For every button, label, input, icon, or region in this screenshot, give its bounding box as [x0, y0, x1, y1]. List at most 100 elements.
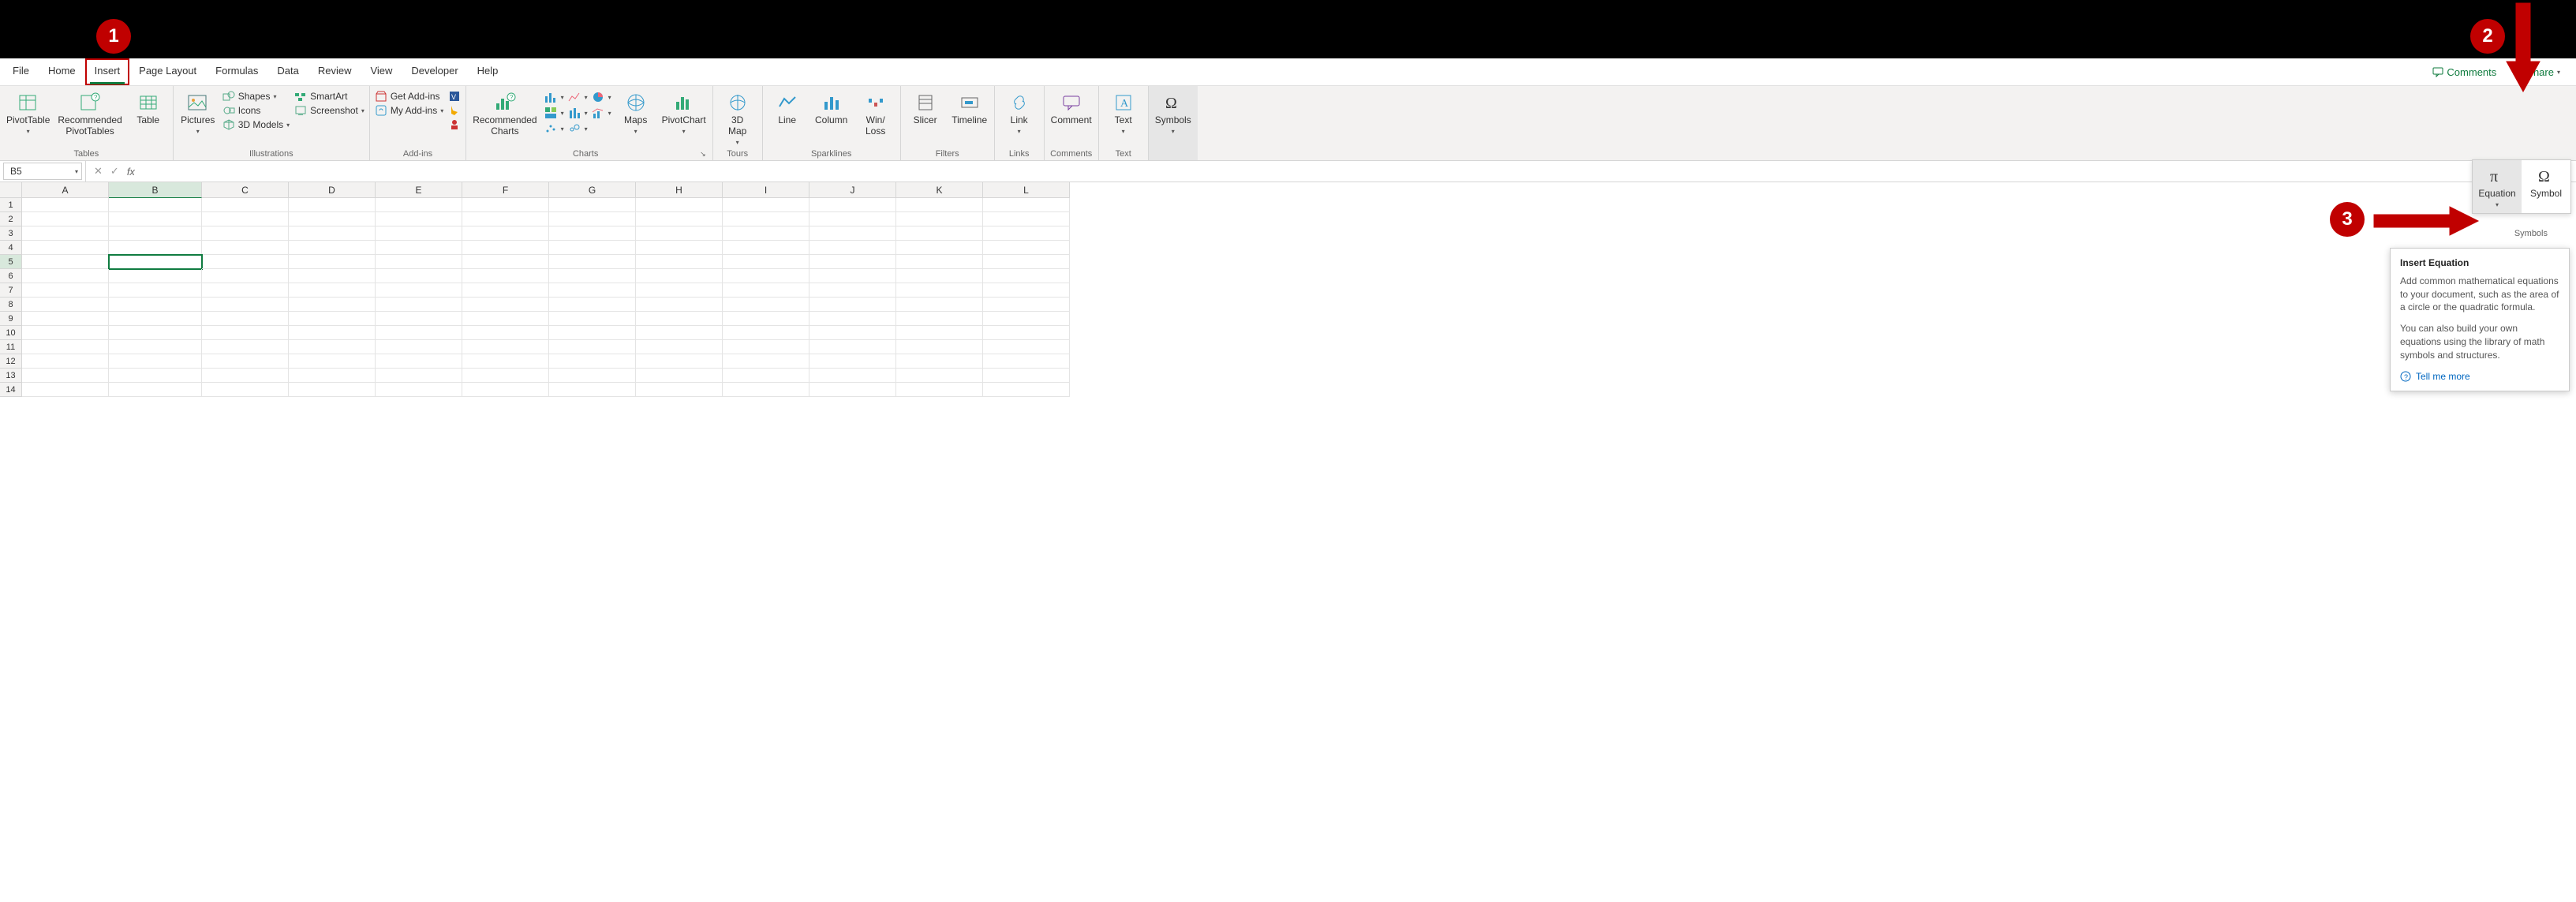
- cell-F4[interactable]: [462, 241, 549, 255]
- cell-L12[interactable]: [983, 354, 1070, 369]
- cell-G12[interactable]: [549, 354, 636, 369]
- cell-F8[interactable]: [462, 298, 549, 312]
- cell-B7[interactable]: [109, 283, 202, 298]
- row-header-8[interactable]: 8: [0, 298, 22, 312]
- shapes-button[interactable]: Shapes ▾: [222, 90, 290, 103]
- cell-L9[interactable]: [983, 312, 1070, 326]
- cell-L3[interactable]: [983, 226, 1070, 241]
- cell-K7[interactable]: [896, 283, 983, 298]
- row-header-14[interactable]: 14: [0, 383, 22, 397]
- cell-K9[interactable]: [896, 312, 983, 326]
- column-header-E[interactable]: E: [376, 182, 462, 198]
- sparkline-line-button[interactable]: Line: [768, 90, 807, 128]
- timeline-button[interactable]: Timeline: [950, 90, 989, 128]
- cell-B8[interactable]: [109, 298, 202, 312]
- column-header-J[interactable]: J: [809, 182, 896, 198]
- cell-A12[interactable]: [22, 354, 109, 369]
- cell-I9[interactable]: [723, 312, 809, 326]
- cell-E1[interactable]: [376, 198, 462, 212]
- cell-K2[interactable]: [896, 212, 983, 226]
- cell-F5[interactable]: [462, 255, 549, 269]
- row-header-7[interactable]: 7: [0, 283, 22, 298]
- row-header-2[interactable]: 2: [0, 212, 22, 226]
- menu-data[interactable]: Data: [267, 58, 308, 85]
- cell-B12[interactable]: [109, 354, 202, 369]
- cell-I4[interactable]: [723, 241, 809, 255]
- cell-A6[interactable]: [22, 269, 109, 283]
- cell-H6[interactable]: [636, 269, 723, 283]
- cell-B14[interactable]: [109, 383, 202, 397]
- cell-E14[interactable]: [376, 383, 462, 397]
- cell-K4[interactable]: [896, 241, 983, 255]
- cell-D2[interactable]: [289, 212, 376, 226]
- cell-L8[interactable]: [983, 298, 1070, 312]
- cell-L10[interactable]: [983, 326, 1070, 340]
- column-header-H[interactable]: H: [636, 182, 723, 198]
- cell-F9[interactable]: [462, 312, 549, 326]
- cell-L13[interactable]: [983, 369, 1070, 383]
- cell-D7[interactable]: [289, 283, 376, 298]
- menu-home[interactable]: Home: [39, 58, 85, 85]
- comment-button[interactable]: Comment: [1049, 90, 1094, 128]
- cell-I10[interactable]: [723, 326, 809, 340]
- cell-K1[interactable]: [896, 198, 983, 212]
- cell-A11[interactable]: [22, 340, 109, 354]
- cell-D5[interactable]: [289, 255, 376, 269]
- chart-pie-button[interactable]: ▾: [591, 90, 611, 104]
- cell-J11[interactable]: [809, 340, 896, 354]
- cell-G4[interactable]: [549, 241, 636, 255]
- row-header-10[interactable]: 10: [0, 326, 22, 340]
- cell-G1[interactable]: [549, 198, 636, 212]
- cell-K14[interactable]: [896, 383, 983, 397]
- row-header-4[interactable]: 4: [0, 241, 22, 255]
- cell-G7[interactable]: [549, 283, 636, 298]
- cell-I6[interactable]: [723, 269, 809, 283]
- bing-maps-addin-button[interactable]: [448, 104, 461, 117]
- cell-D10[interactable]: [289, 326, 376, 340]
- cell-A10[interactable]: [22, 326, 109, 340]
- pictures-button[interactable]: Pictures▾: [178, 90, 218, 137]
- cell-D11[interactable]: [289, 340, 376, 354]
- column-header-A[interactable]: A: [22, 182, 109, 198]
- 3d-map-button[interactable]: 3D Map▾: [718, 90, 757, 148]
- cell-L1[interactable]: [983, 198, 1070, 212]
- cell-B13[interactable]: [109, 369, 202, 383]
- cell-H3[interactable]: [636, 226, 723, 241]
- cell-D13[interactable]: [289, 369, 376, 383]
- column-header-F[interactable]: F: [462, 182, 549, 198]
- enter-icon[interactable]: ✓: [110, 165, 119, 178]
- cell-H2[interactable]: [636, 212, 723, 226]
- cell-C11[interactable]: [202, 340, 289, 354]
- cell-A3[interactable]: [22, 226, 109, 241]
- cell-C4[interactable]: [202, 241, 289, 255]
- people-graph-addin-button[interactable]: [448, 118, 461, 131]
- cell-C10[interactable]: [202, 326, 289, 340]
- cell-C3[interactable]: [202, 226, 289, 241]
- cell-F12[interactable]: [462, 354, 549, 369]
- cell-F1[interactable]: [462, 198, 549, 212]
- chart-hierarchy-button[interactable]: ▾: [544, 106, 564, 120]
- cell-E6[interactable]: [376, 269, 462, 283]
- cell-H12[interactable]: [636, 354, 723, 369]
- cell-C9[interactable]: [202, 312, 289, 326]
- smartart-button[interactable]: SmartArt: [294, 90, 365, 103]
- icons-button[interactable]: Icons: [222, 104, 290, 117]
- cell-D1[interactable]: [289, 198, 376, 212]
- cell-A7[interactable]: [22, 283, 109, 298]
- cell-E5[interactable]: [376, 255, 462, 269]
- cell-C12[interactable]: [202, 354, 289, 369]
- cell-E9[interactable]: [376, 312, 462, 326]
- chart-statistic-button[interactable]: ▾: [567, 106, 588, 120]
- link-button[interactable]: Link▾: [1000, 90, 1039, 137]
- menu-review[interactable]: Review: [308, 58, 361, 85]
- cell-E8[interactable]: [376, 298, 462, 312]
- cell-G11[interactable]: [549, 340, 636, 354]
- cell-G6[interactable]: [549, 269, 636, 283]
- spreadsheet-grid[interactable]: 1234567891011121314 ABCDEFGHIJKL: [0, 182, 2576, 397]
- cell-K6[interactable]: [896, 269, 983, 283]
- cell-J8[interactable]: [809, 298, 896, 312]
- column-header-B[interactable]: B: [109, 182, 202, 198]
- visio-addin-button[interactable]: V: [448, 90, 461, 103]
- cell-E2[interactable]: [376, 212, 462, 226]
- cell-D4[interactable]: [289, 241, 376, 255]
